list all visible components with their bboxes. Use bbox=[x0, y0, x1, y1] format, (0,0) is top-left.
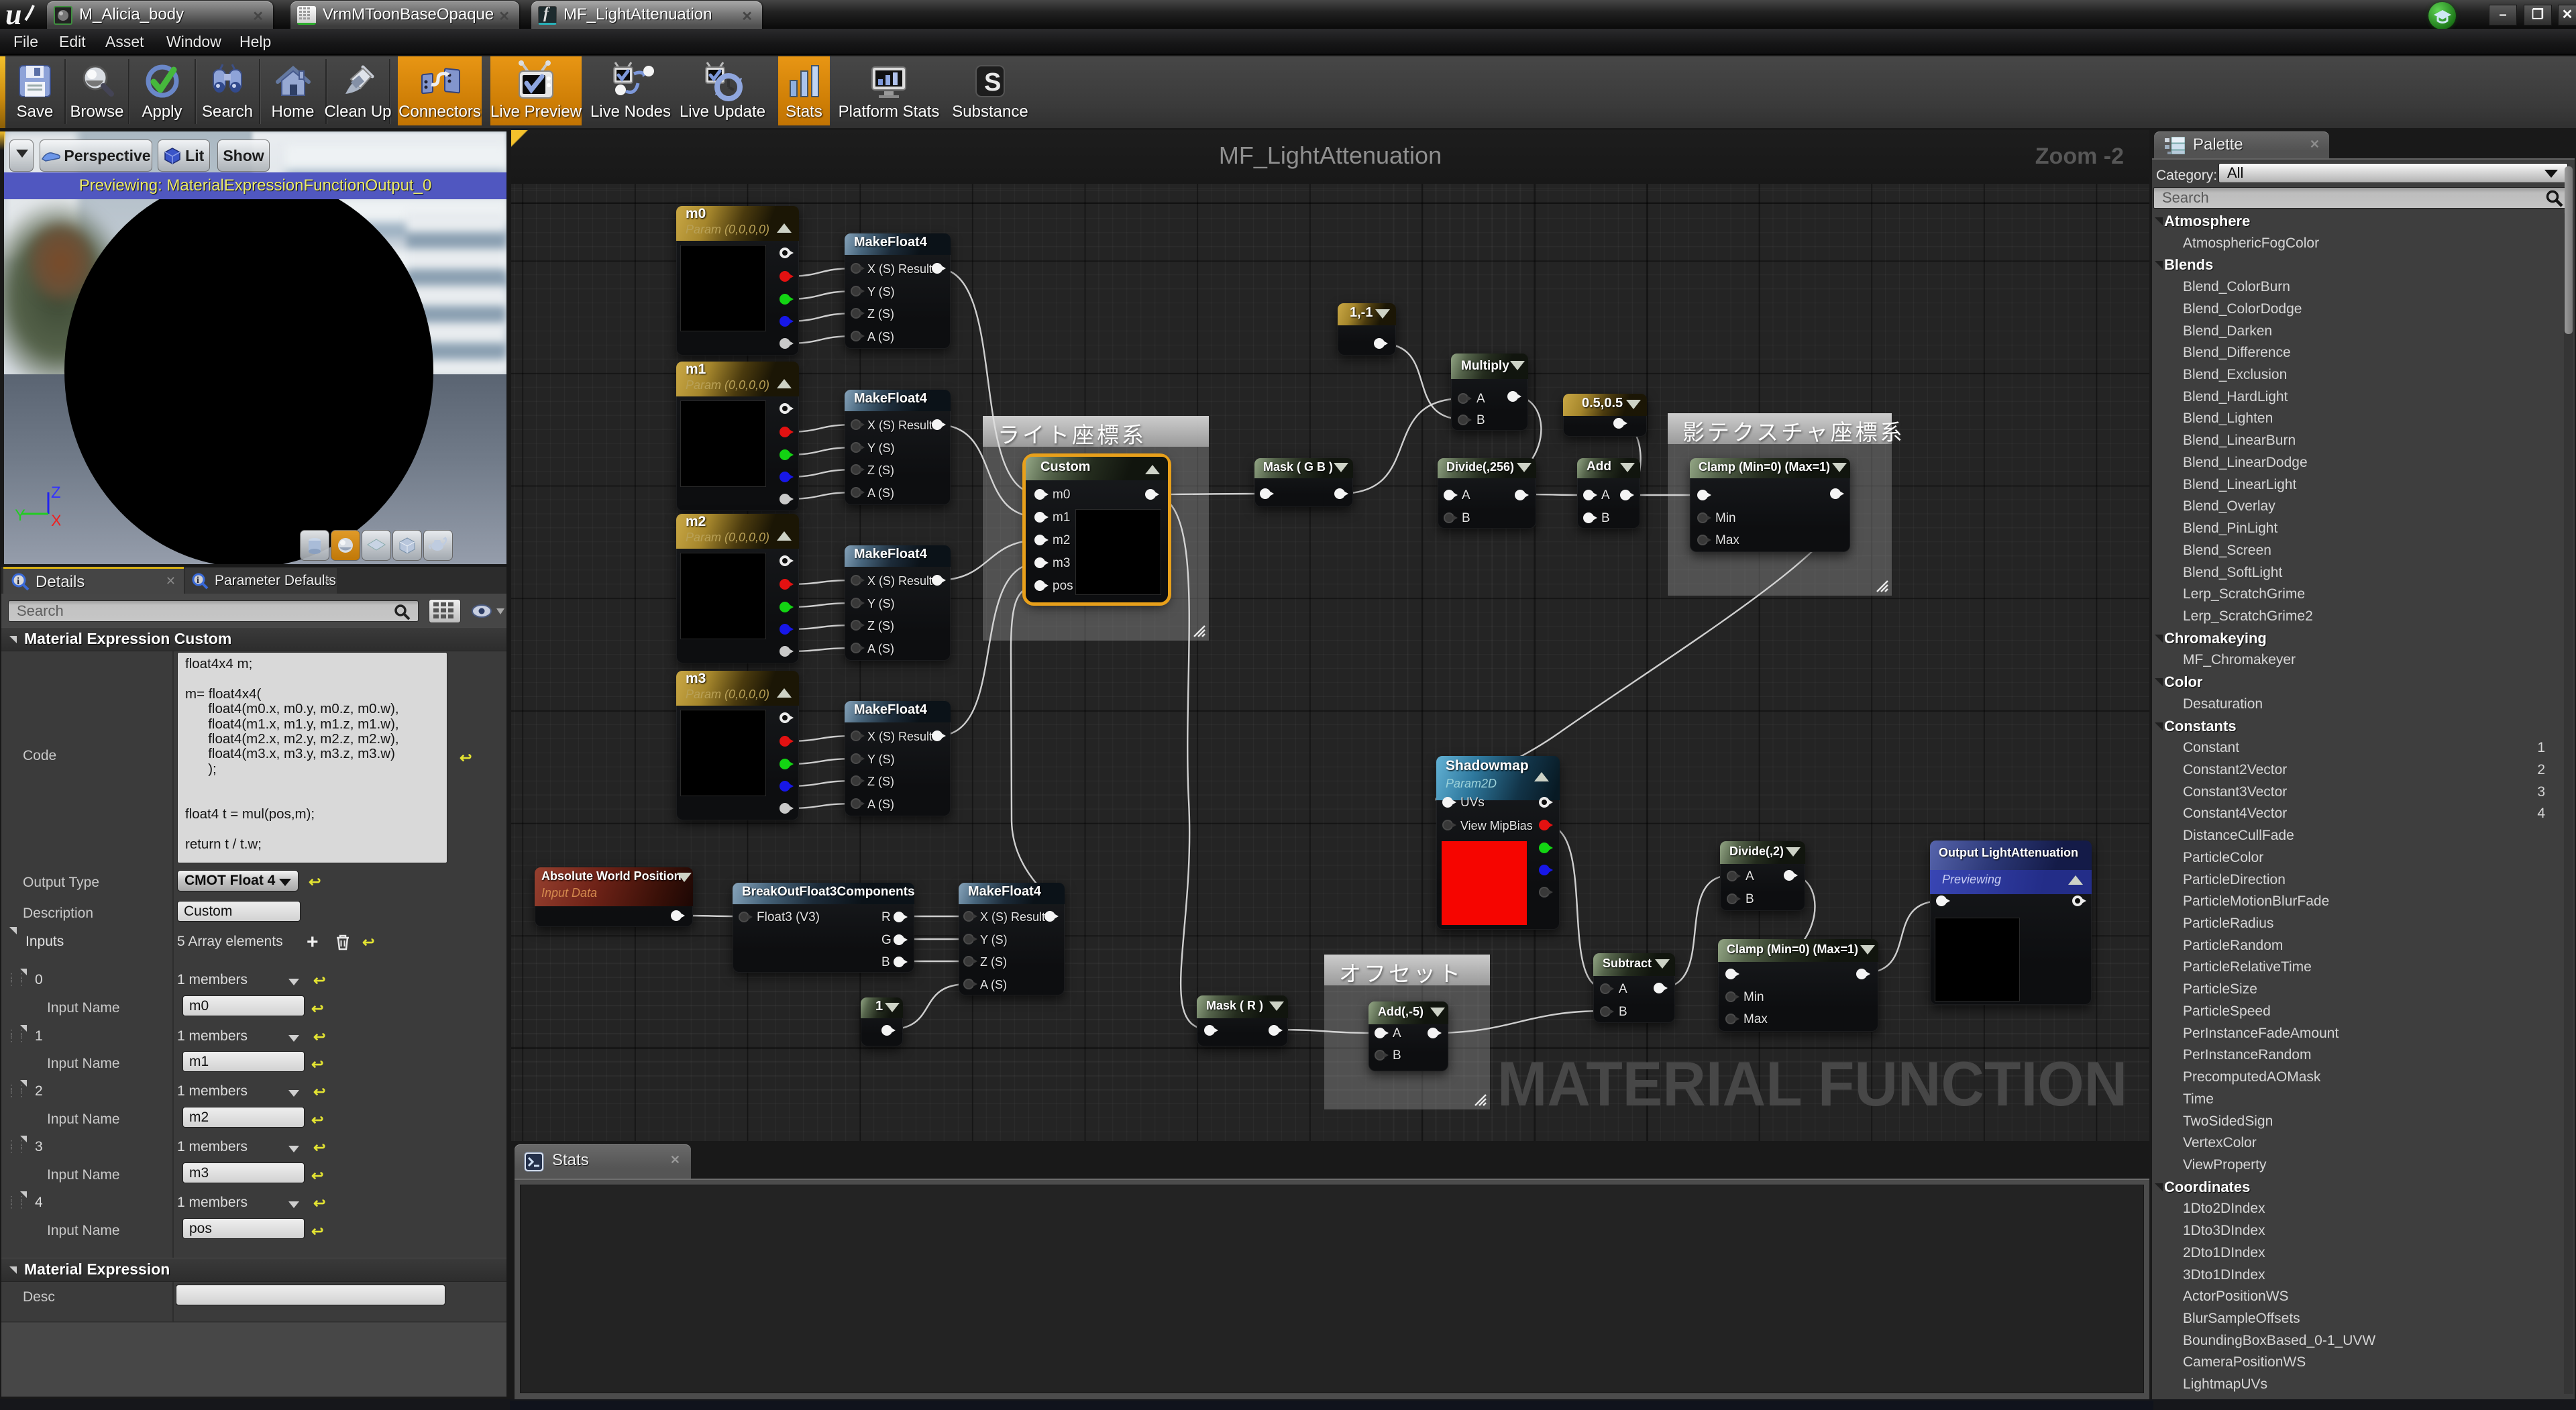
svg-text:S: S bbox=[984, 68, 1001, 97]
svg-text:u: u bbox=[5, 1, 21, 30]
svg-text:Y: Y bbox=[15, 506, 25, 525]
svg-text:X: X bbox=[51, 512, 60, 530]
svg-text:Z: Z bbox=[51, 486, 60, 502]
